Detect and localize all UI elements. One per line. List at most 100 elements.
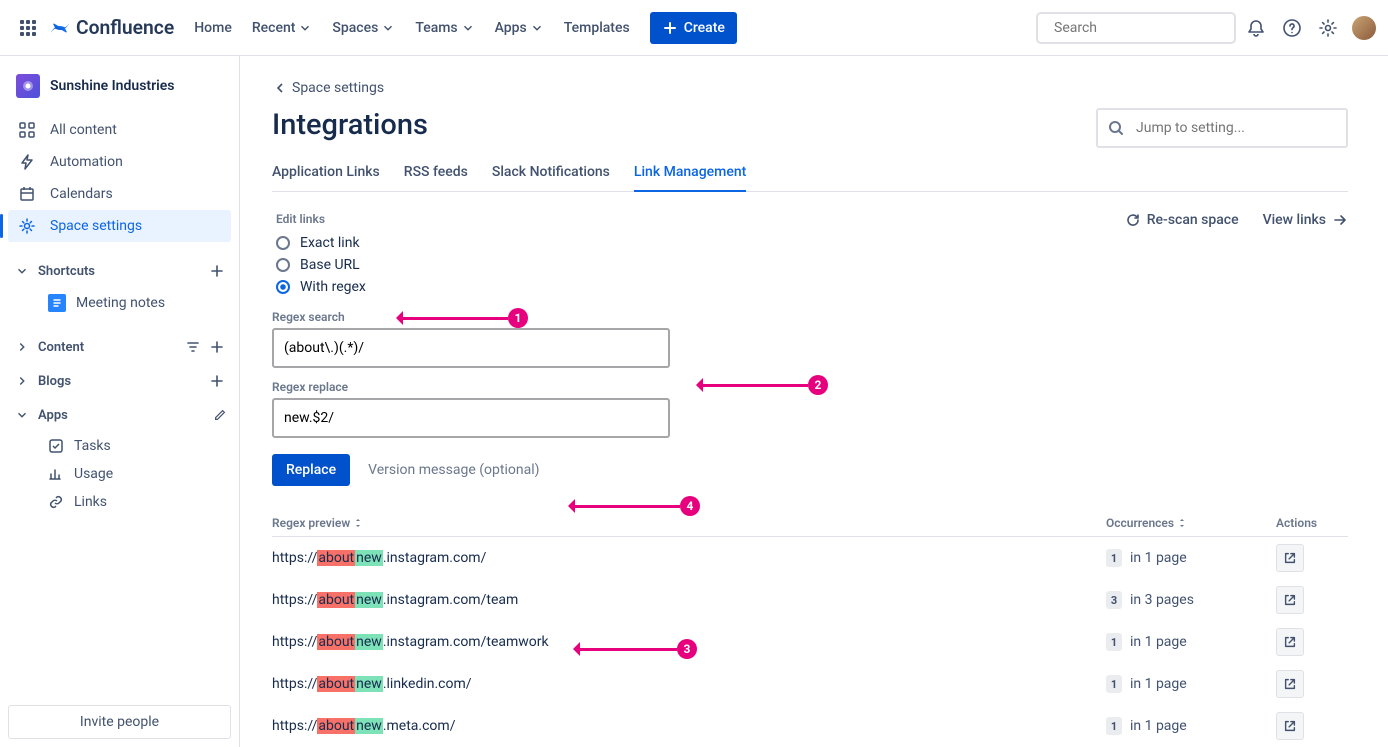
external-link-icon: [1283, 677, 1297, 691]
table-row: https://aboutnew.linkedin.com/1in 1 page: [272, 663, 1348, 705]
add-content-icon[interactable]: [207, 337, 227, 357]
sidebar-item-automation[interactable]: Automation: [8, 146, 231, 178]
search-icon: [1108, 120, 1124, 136]
external-link-icon: [1283, 593, 1297, 607]
create-button[interactable]: Create: [650, 12, 737, 44]
open-link-button[interactable]: [1276, 586, 1304, 614]
view-links-button[interactable]: View links: [1263, 212, 1348, 228]
sort-icon: [1177, 518, 1187, 528]
space-header[interactable]: Sunshine Industries: [8, 64, 231, 108]
url-cell: https://aboutnew.meta.com/: [272, 718, 1106, 734]
invite-people-button[interactable]: Invite people: [8, 705, 231, 739]
open-link-button[interactable]: [1276, 712, 1304, 740]
tab-application-links[interactable]: Application Links: [272, 158, 380, 192]
sidebar-section-shortcuts[interactable]: Shortcuts: [8, 254, 231, 288]
breadcrumb[interactable]: Space settings: [272, 80, 1348, 96]
nav-home[interactable]: Home: [186, 16, 240, 40]
table-row: https://aboutnew.instagram.com/teamwork1…: [272, 621, 1348, 663]
document-icon: [48, 294, 66, 312]
table-row: https://aboutnew.instagram.com/1in 1 pag…: [272, 537, 1348, 579]
shortcut-meeting-notes[interactable]: Meeting notes: [8, 288, 231, 318]
main-content: Space settings Integrations Application …: [240, 56, 1388, 747]
sidebar-section-content[interactable]: Content: [8, 330, 231, 364]
nav-teams[interactable]: Teams: [407, 16, 482, 40]
url-cell: https://aboutnew.instagram.com/: [272, 550, 1106, 566]
chevron-right-icon: [15, 374, 29, 388]
sidebar-section-blogs[interactable]: Blogs: [8, 364, 231, 398]
radio-dot: [276, 258, 290, 272]
check-icon: [48, 438, 64, 454]
th-preview[interactable]: Regex preview: [272, 516, 1106, 530]
nav-templates[interactable]: Templates: [556, 16, 638, 40]
user-avatar[interactable]: [1352, 16, 1376, 40]
external-link-icon: [1283, 551, 1297, 565]
app-tasks[interactable]: Tasks: [8, 432, 231, 460]
occurrence-cell: 1in 1 page: [1106, 633, 1276, 651]
open-link-button[interactable]: [1276, 628, 1304, 656]
radio-dot: [276, 280, 290, 294]
settings-icon[interactable]: [1312, 12, 1344, 44]
confluence-logo[interactable]: Confluence: [48, 16, 174, 40]
regex-replace-label: Regex replace: [272, 380, 1348, 394]
chart-icon: [48, 466, 64, 482]
tab-rss-feeds[interactable]: RSS feeds: [404, 158, 468, 192]
sidebar-section-apps[interactable]: Apps: [8, 398, 231, 432]
filter-icon[interactable]: [185, 339, 201, 355]
search-input[interactable]: [1054, 20, 1232, 36]
tab-link-management[interactable]: Link Management: [634, 158, 746, 192]
radio-exact-link[interactable]: Exact link: [272, 232, 1125, 254]
occurrence-cell: 1in 1 page: [1106, 549, 1276, 567]
table-row: https://aboutnew.instagram.com/team3in 3…: [272, 579, 1348, 621]
occurrence-cell: 3in 3 pages: [1106, 591, 1276, 609]
tabs: Application Links RSS feeds Slack Notifica…: [272, 158, 1348, 192]
th-occurrences[interactable]: Occurrences: [1106, 516, 1276, 530]
space-name: Sunshine Industries: [50, 78, 175, 94]
add-shortcut-icon[interactable]: [207, 261, 227, 281]
sidebar-item-all-content[interactable]: All content: [8, 114, 231, 146]
app-switcher-icon[interactable]: [12, 12, 44, 44]
radio-base-url[interactable]: Base URL: [272, 254, 1125, 276]
sort-icon: [353, 518, 363, 528]
edit-apps-icon[interactable]: [213, 408, 227, 422]
chevron-down-icon: [15, 264, 29, 278]
arrow-right-icon: [1332, 212, 1348, 228]
regex-search-label: Regex search: [272, 310, 1348, 324]
regex-replace-input[interactable]: [272, 398, 670, 438]
open-link-button[interactable]: [1276, 670, 1304, 698]
nav-apps[interactable]: Apps: [487, 16, 552, 40]
grid-icon: [18, 121, 36, 139]
radio-dot: [276, 236, 290, 250]
external-link-icon: [1283, 719, 1297, 733]
bolt-icon: [18, 153, 36, 171]
version-message-link[interactable]: Version message (optional): [368, 462, 539, 478]
global-header: Confluence Home Recent Spaces Teams Apps…: [0, 0, 1388, 56]
gear-icon: [18, 217, 36, 235]
nav-recent[interactable]: Recent: [244, 16, 321, 40]
add-blog-icon[interactable]: [207, 371, 227, 391]
url-cell: https://aboutnew.linkedin.com/: [272, 676, 1106, 692]
replace-button[interactable]: Replace: [272, 454, 350, 486]
th-actions: Actions: [1276, 516, 1348, 530]
sidebar-item-calendars[interactable]: Calendars: [8, 178, 231, 210]
jump-input[interactable]: [1136, 120, 1336, 136]
sidebar-item-space-settings[interactable]: Space settings: [8, 210, 231, 242]
app-links[interactable]: Links: [8, 488, 231, 516]
notifications-icon[interactable]: [1240, 12, 1272, 44]
regex-search-input[interactable]: [272, 328, 670, 368]
radio-with-regex[interactable]: With regex: [272, 276, 1125, 298]
refresh-icon: [1125, 212, 1141, 228]
tab-slack-notifications[interactable]: Slack Notifications: [492, 158, 610, 192]
global-search[interactable]: [1036, 12, 1236, 44]
rescan-space-button[interactable]: Re-scan space: [1125, 212, 1239, 228]
chevron-left-icon: [272, 80, 288, 96]
edit-links-label: Edit links: [272, 212, 1125, 226]
occurrence-cell: 1in 1 page: [1106, 717, 1276, 735]
jump-to-setting[interactable]: [1096, 108, 1348, 148]
nav-spaces[interactable]: Spaces: [324, 16, 403, 40]
open-link-button[interactable]: [1276, 544, 1304, 572]
help-icon[interactable]: [1276, 12, 1308, 44]
calendar-icon: [18, 185, 36, 203]
url-cell: https://aboutnew.instagram.com/teamwork: [272, 634, 1106, 650]
brand-name: Confluence: [76, 16, 174, 39]
app-usage[interactable]: Usage: [8, 460, 231, 488]
